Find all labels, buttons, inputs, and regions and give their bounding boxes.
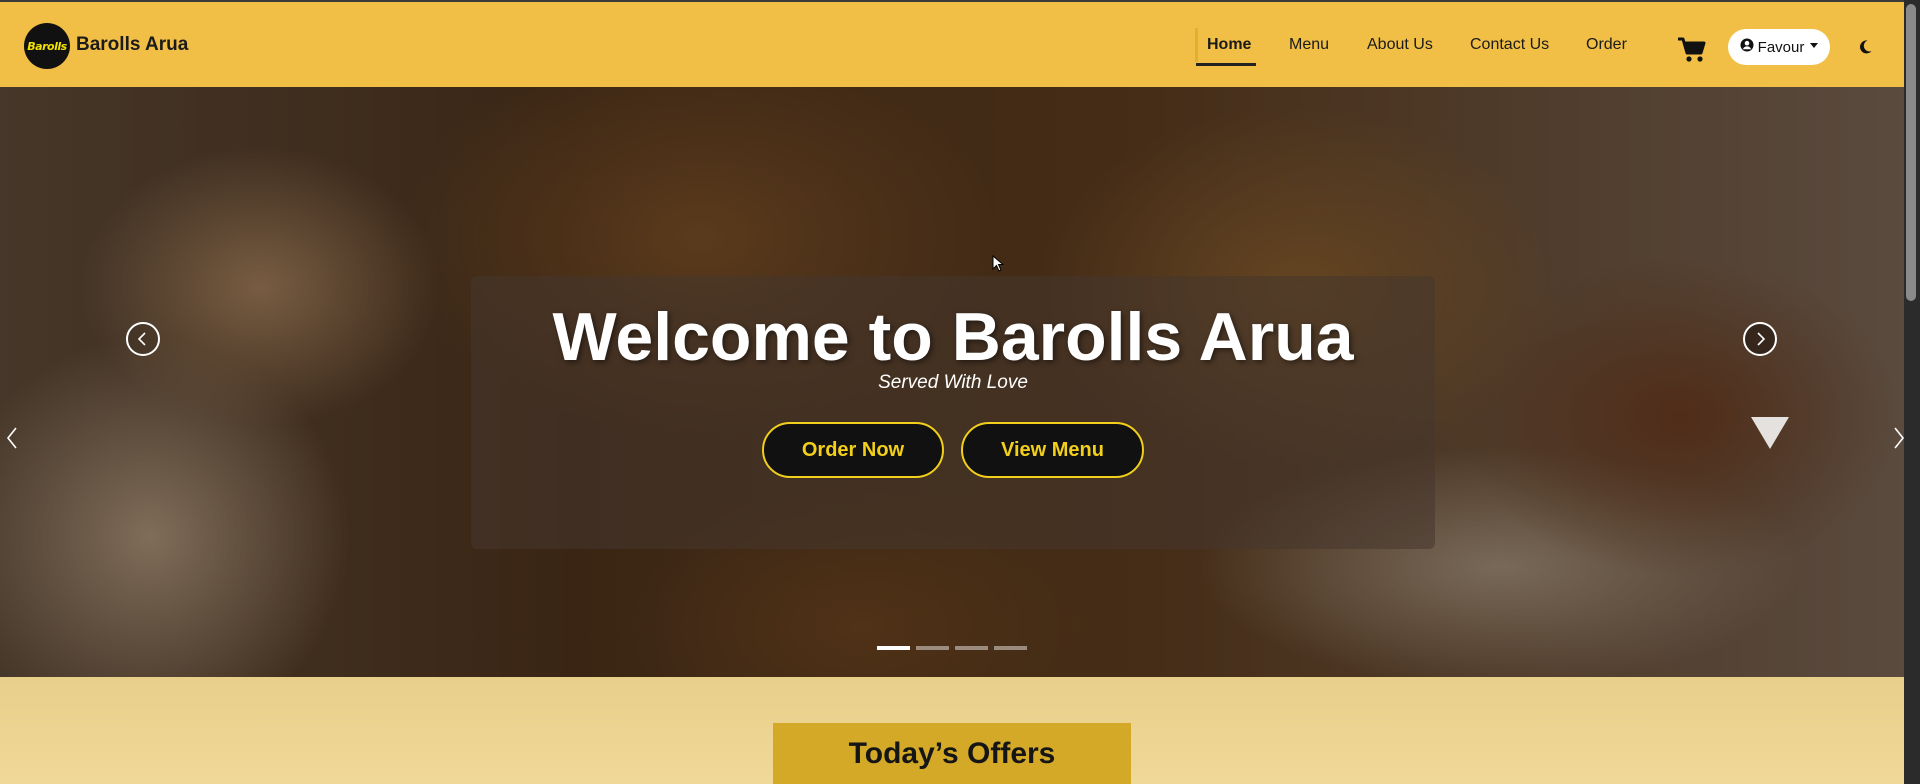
hero-title: Welcome to Barolls Arua — [552, 299, 1354, 375]
active-indicator-bar — [1195, 28, 1198, 62]
triangle-down-icon — [1751, 417, 1789, 449]
carousel-prev-button[interactable] — [126, 322, 160, 356]
nav-order[interactable]: Order — [1586, 36, 1627, 54]
carousel-indicator-1[interactable] — [877, 646, 910, 650]
hero-carousel: Welcome to Barolls Arua Served With Love… — [0, 87, 1904, 677]
brand-logo[interactable]: Barolls — [24, 23, 70, 69]
user-menu-button[interactable]: Favour — [1728, 29, 1830, 65]
hero-subtitle: Served With Love — [878, 372, 1028, 393]
logo-text: Barolls — [27, 39, 67, 53]
carousel-next-button[interactable] — [1743, 322, 1777, 356]
chevron-down-icon — [1810, 42, 1819, 48]
nav-menu[interactable]: Menu — [1289, 36, 1329, 54]
carousel-indicator-4[interactable] — [994, 646, 1027, 650]
edge-prev-chevron-icon[interactable] — [6, 427, 18, 454]
user-circle-icon — [1740, 38, 1754, 56]
cart-icon[interactable] — [1677, 37, 1707, 68]
moon-icon[interactable] — [1857, 39, 1873, 60]
nav-home[interactable]: Home — [1207, 36, 1251, 54]
nav-about-us[interactable]: About Us — [1367, 36, 1433, 54]
offers-section: Today’s Offers — [0, 677, 1904, 784]
scrollbar-thumb[interactable] — [1906, 4, 1916, 301]
user-menu-label: Favour — [1757, 38, 1805, 56]
active-underline — [1196, 63, 1256, 66]
hero-caption: Welcome to Barolls Arua Served With Love… — [471, 276, 1435, 549]
navbar: Barolls Barolls Arua Home Menu About Us … — [0, 0, 1904, 87]
chevron-right-icon — [1757, 332, 1766, 346]
carousel-indicators — [877, 646, 1027, 650]
view-menu-button[interactable]: View Menu — [961, 422, 1144, 478]
chevron-left-icon — [137, 332, 146, 346]
nav-contact-us[interactable]: Contact Us — [1470, 36, 1549, 54]
edge-next-chevron-icon[interactable] — [1893, 427, 1904, 454]
mouse-pointer-icon — [992, 254, 1005, 278]
carousel-indicator-3[interactable] — [955, 646, 988, 650]
order-now-button[interactable]: Order Now — [762, 422, 944, 478]
offers-heading: Today’s Offers — [773, 723, 1131, 784]
brand-name[interactable]: Barolls Arua — [76, 34, 188, 56]
carousel-indicator-2[interactable] — [916, 646, 949, 650]
